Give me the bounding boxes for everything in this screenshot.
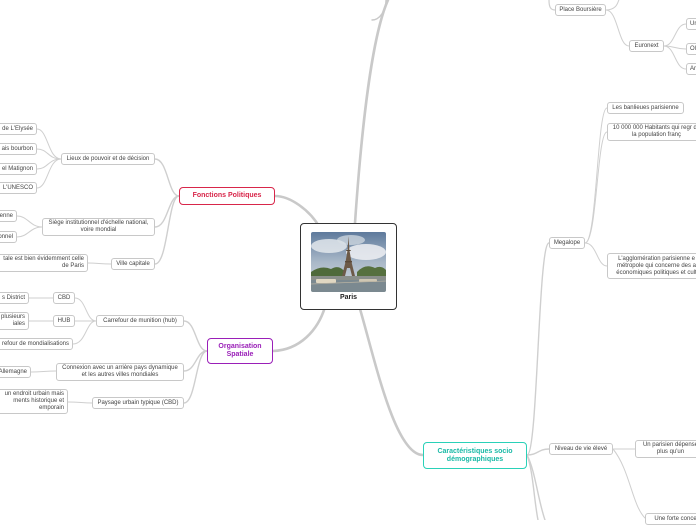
node-unesco[interactable]: L'UNESCO	[0, 182, 37, 194]
node-siege-item-2[interactable]: onnel	[0, 231, 17, 243]
node-elysee[interactable]: de L'Elysée	[0, 123, 37, 135]
node-10m-habitants[interactable]: 10 000 000 Habitants qui regr de la popu…	[607, 123, 696, 141]
root-title: Paris	[339, 294, 358, 301]
node-euronext[interactable]: Euronext	[629, 40, 664, 52]
branch-fonctions-politiques[interactable]: Fonctions Politiques	[179, 187, 275, 205]
node-agglomeration[interactable]: L'agglomération parisienne e métropole q…	[607, 253, 696, 279]
node-euronext-child-3[interactable]: Ar	[686, 63, 696, 75]
node-megalope[interactable]: Megalope	[549, 237, 585, 249]
node-siege-item-1[interactable]: enne	[0, 210, 17, 222]
node-carrefour-munition[interactable]: Carrefour de munition (hub)	[96, 315, 184, 327]
node-hub[interactable]: HUB	[53, 315, 75, 327]
eiffel-tower-photo	[311, 232, 386, 292]
node-euronext-child-2[interactable]: Ol	[686, 43, 696, 55]
node-paysage-urbain[interactable]: Paysage urbain typique (CBD)	[92, 397, 184, 409]
node-matignon[interactable]: el Matignon	[0, 163, 37, 175]
node-capitale-paris[interactable]: tale est bien évidemment celle de Paris	[0, 254, 88, 272]
root-node-paris[interactable]: Paris	[300, 223, 397, 310]
node-ville-capitale[interactable]: Ville capitale	[111, 258, 155, 270]
node-siege-institutionnel[interactable]: Siège institutionnel d'échelle national,…	[42, 218, 155, 236]
node-place-boursiere[interactable]: Place Boursière	[555, 4, 606, 16]
node-parisien-depense[interactable]: Un parisien dépense plus qu'un	[635, 440, 696, 458]
branch-organisation-spatiale[interactable]: Organisation Spatiale	[207, 338, 273, 364]
node-banlieues[interactable]: Les banlieues parisienne	[607, 102, 684, 114]
connector-root-economie	[353, 0, 390, 225]
node-allemagne[interactable]: Allemagne	[0, 366, 31, 378]
node-hub-plusieurs[interactable]: plusieurs iales	[0, 312, 29, 330]
node-endroit-urbain[interactable]: un endroit urbain mais ments historique …	[0, 389, 68, 414]
node-forte-concentration[interactable]: Une forte conce	[645, 513, 696, 525]
node-lieux-pouvoir[interactable]: Lieux de pouvoir et de décision	[61, 153, 155, 165]
node-palais-bourbon[interactable]: ais bourbon	[0, 143, 37, 155]
node-connexion-arriere-pays[interactable]: Connexion avec un arrière pays dynamique…	[56, 363, 184, 381]
connector-root-carac	[358, 307, 425, 457]
branch-caracteristiques-socio-demographiques[interactable]: Caractéristiques socio démographiques	[423, 442, 527, 469]
node-business-district[interactable]: s District	[0, 292, 29, 304]
node-carrefour-mondialisations[interactable]: refour de mondialisations	[0, 338, 73, 350]
node-euronext-child-1[interactable]: Ur	[686, 18, 696, 30]
node-niveau-de-vie[interactable]: Niveau de vie élevé	[549, 443, 613, 455]
node-cbd[interactable]: CBD	[53, 292, 75, 304]
connector-root-organisation	[271, 305, 327, 353]
